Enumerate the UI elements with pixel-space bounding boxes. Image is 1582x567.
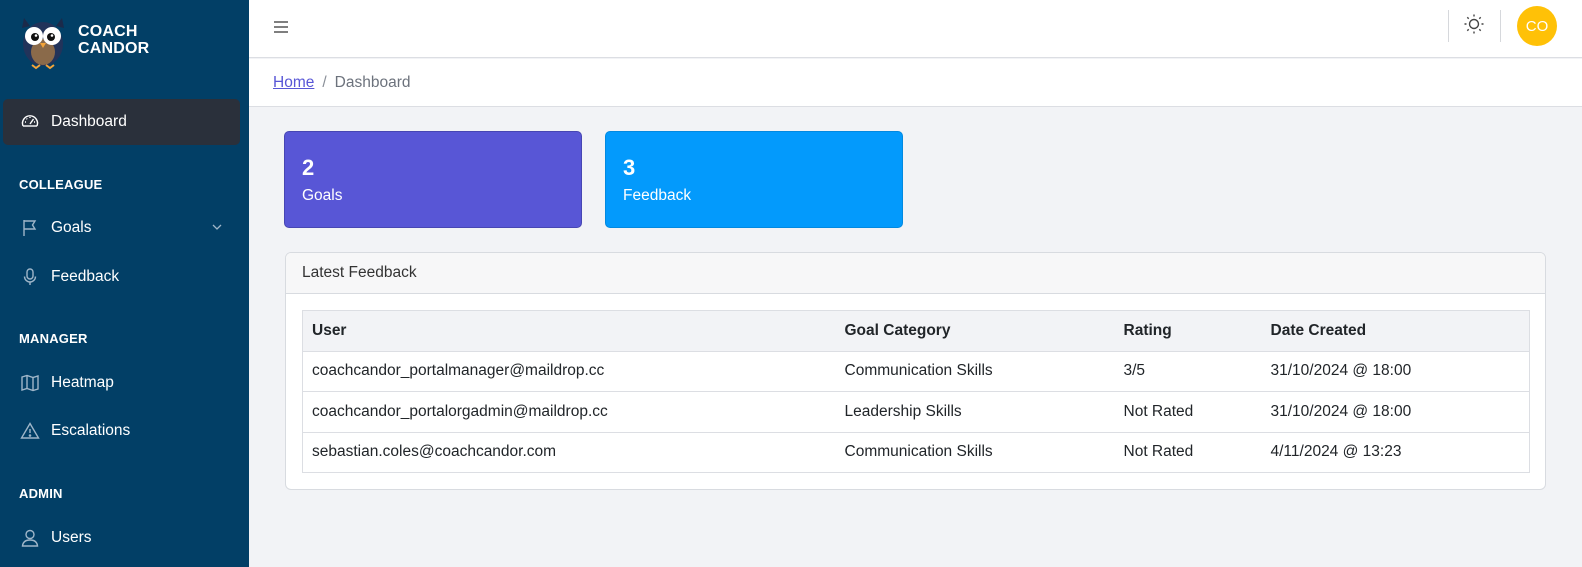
table-row[interactable]: coachcandor_portalorgadmin@maildrop.cc L… [302,391,1530,432]
cell-user: sebastian.coles@coachcandor.com [302,431,836,473]
hamburger-menu-icon[interactable] [271,17,291,37]
brand[interactable]: COACH CANDOR [16,10,149,70]
sidebar-item-label: Goals [51,219,92,236]
goals-label: Goals [302,187,343,204]
sun-icon[interactable] [1463,13,1485,35]
cell-rating: Not Rated [1114,391,1262,432]
cell-user: coachcandor_portalorgadmin@maildrop.cc [302,391,836,432]
cell-date-created: 31/10/2024 @ 18:00 [1261,350,1530,392]
sidebar-item-users[interactable]: Users [0,515,249,561]
cell-goal-category: Communication Skills [835,350,1115,392]
cell-goal-category: Communication Skills [835,431,1115,473]
sidebar-item-heatmap[interactable]: Heatmap [0,360,249,406]
table-row[interactable]: sebastian.coles@coachcandor.com Communic… [302,431,1530,473]
feedback-table: User Goal Category Rating Date Created c… [302,310,1530,473]
map-icon [19,372,41,394]
speedometer-icon [19,111,41,133]
sidebar-item-escalations[interactable]: Escalations [0,408,249,454]
breadcrumb-current: Dashboard [334,73,411,91]
cell-rating: Not Rated [1114,431,1262,473]
sidebar-item-label: Escalations [51,422,131,439]
sidebar-item-label: Users [51,529,92,546]
breadcrumb-separator: / [322,73,327,91]
table-row[interactable]: coachcandor_portalmanager@maildrop.cc Co… [302,350,1530,392]
goals-count: 2 [302,155,315,180]
column-header-rating[interactable]: Rating [1114,310,1262,351]
cell-date-created: 4/11/2024 @ 13:23 [1261,431,1530,473]
section-title-colleague: COLLEAGUE [19,177,103,192]
top-header: CO [249,0,1582,58]
user-icon [19,527,41,549]
breadcrumb: Home / Dashboard [249,59,1582,107]
warning-icon [19,420,41,442]
column-header-goal-category[interactable]: Goal Category [835,310,1115,351]
cell-user: coachcandor_portalmanager@maildrop.cc [302,350,836,392]
cell-date-created: 31/10/2024 @ 18:00 [1261,391,1530,432]
section-title-admin: ADMIN [19,486,63,501]
sidebar-item-label: Heatmap [51,374,114,391]
sidebar-item-feedback[interactable]: Feedback [0,254,249,300]
card-title: Latest Feedback [286,253,1545,294]
flag-icon [19,217,41,239]
column-header-user[interactable]: User [302,310,836,351]
latest-feedback-card: Latest Feedback User Goal Category Ratin… [285,252,1546,490]
cell-goal-category: Leadership Skills [835,391,1115,432]
feedback-stat-card[interactable]: 3 Feedback [605,131,903,228]
microphone-icon [19,266,41,288]
brand-line1: COACH [78,23,138,40]
section-title-manager: MANAGER [19,331,88,346]
breadcrumb-home-link[interactable]: Home [273,74,314,92]
owl-logo-icon [22,18,64,70]
header-divider [1500,10,1501,42]
sidebar-item-label: Feedback [51,268,120,285]
column-header-date-created[interactable]: Date Created [1261,310,1530,351]
chevron-down-icon[interactable] [211,221,223,233]
avatar[interactable]: CO [1517,6,1557,46]
cell-rating: 3/5 [1114,350,1262,392]
header-divider [1448,10,1449,42]
brand-line2: CANDOR [78,40,150,57]
feedback-label: Feedback [623,187,692,204]
feedback-count: 3 [623,155,636,180]
brand-name: COACH CANDOR [78,23,149,57]
sidebar-item-label: Dashboard [51,113,127,130]
sidebar: COACH CANDOR Dashboard COLLEAGUE Goals F… [0,0,249,567]
sidebar-item-goals[interactable]: Goals [0,205,249,251]
table-header-row: User Goal Category Rating Date Created [302,310,1530,351]
sidebar-item-dashboard[interactable]: Dashboard [3,99,240,145]
goals-stat-card[interactable]: 2 Goals [284,131,582,228]
